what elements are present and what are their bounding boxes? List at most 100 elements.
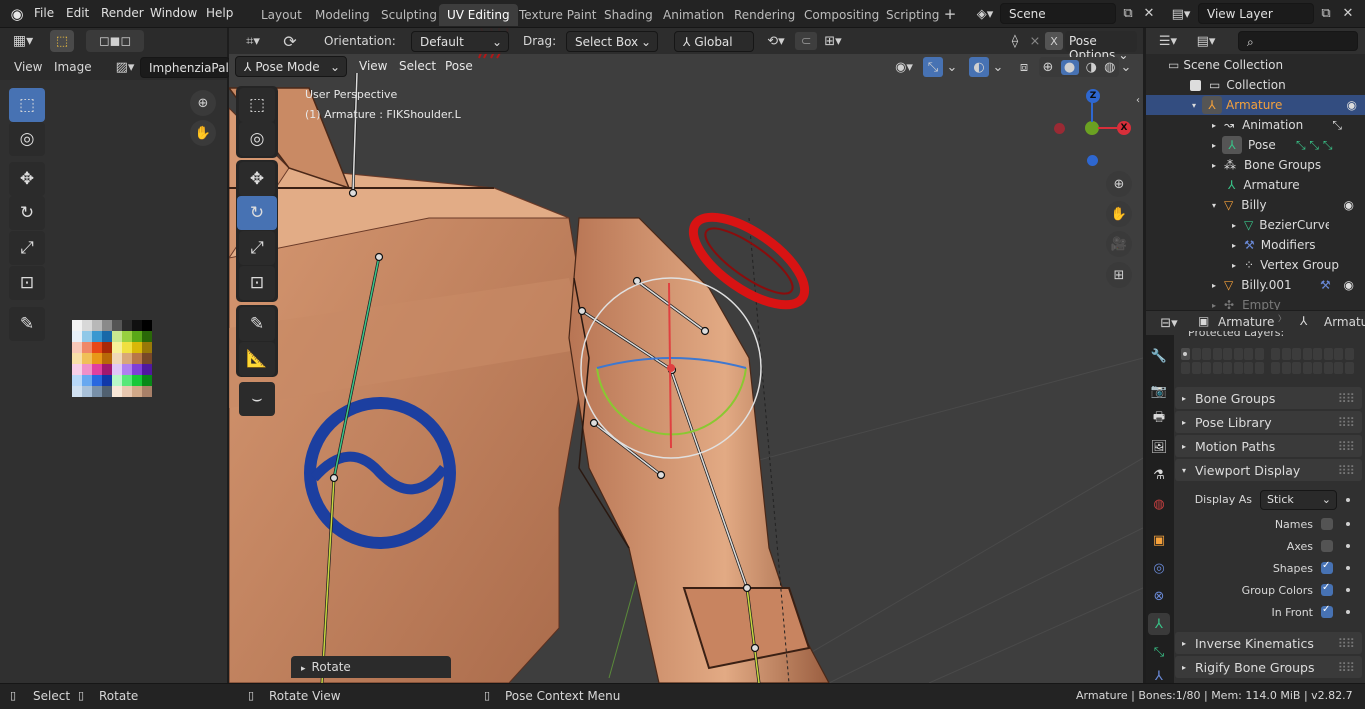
gizmo-z-axis[interactable]: Z <box>1086 89 1100 103</box>
rotate-tool[interactable]: ↻ <box>9 196 45 230</box>
outliner-type-icon[interactable]: ☰▾ <box>1154 32 1182 50</box>
menu-image[interactable]: Image <box>54 60 92 74</box>
new-view-layer-icon[interactable]: ⧉ <box>1318 5 1334 21</box>
scale-tool[interactable]: ⤢ <box>9 231 45 265</box>
scene-tab-icon[interactable]: ⚗ <box>1148 464 1170 486</box>
collection-checkbox[interactable] <box>1190 79 1201 91</box>
section-pose-library[interactable]: ▸ Pose Library ⠿⠿ <box>1175 411 1362 433</box>
vp-pan-hand-icon[interactable]: ✋ <box>1106 201 1132 227</box>
vp-annotate-tool[interactable]: ✎ <box>239 307 275 341</box>
material-shading-icon[interactable]: ◑ <box>1086 60 1097 75</box>
blender-logo-icon[interactable]: ◉ <box>8 5 26 23</box>
outliner-row-armature[interactable]: ▾ ⅄ Armature ◉ <box>1146 95 1365 115</box>
armature-data-tab-icon[interactable]: ⅄ <box>1148 613 1170 635</box>
outliner-row-billy[interactable]: ▾ ▽ Billy ◉ <box>1146 195 1362 215</box>
drag-handle-icon[interactable]: ⠿⠿ <box>1338 463 1355 478</box>
billy-visibility-eye-icon[interactable]: ◉ <box>1344 198 1354 212</box>
keyframe-dot[interactable] <box>1346 544 1350 548</box>
gizmo-y-axis[interactable] <box>1085 121 1099 135</box>
vp-cursor-tool[interactable]: ◎ <box>239 122 275 156</box>
group-colors-checkbox[interactable] <box>1321 582 1333 596</box>
layer-cell[interactable] <box>1313 348 1322 360</box>
select-box-tool[interactable]: ⬚ <box>9 88 45 122</box>
delete-view-layer-icon[interactable]: ✕ <box>1340 5 1356 21</box>
scene-icon[interactable]: ◈▾ <box>972 5 998 23</box>
layer-cell[interactable] <box>1181 348 1190 360</box>
outliner-row-armature-data[interactable]: ⅄ Armature <box>1146 175 1362 195</box>
annotate-tool[interactable]: ✎ <box>9 307 45 341</box>
pose-options-dropdown[interactable]: Pose Options ⌄ <box>1065 31 1137 62</box>
view-layer-icon[interactable]: ▤▾ <box>1168 5 1194 23</box>
outliner-row-pose[interactable]: ▸ ⅄ Pose ⤡ ⤡ ⤡ <box>1146 135 1362 155</box>
view-layer-tab-icon[interactable]: 🖼 <box>1148 436 1170 458</box>
tab-compositing[interactable]: Compositing <box>796 4 887 26</box>
overlays-dropdown-icon[interactable]: ⌄ <box>991 58 1005 76</box>
physics-tab-icon[interactable]: ◎ <box>1148 557 1170 579</box>
image-name-field[interactable]: ImphenziaPalett <box>140 57 230 78</box>
layer-cell[interactable] <box>1271 348 1280 360</box>
protected-layers-grid-a[interactable] <box>1181 348 1265 378</box>
camera-view-icon[interactable]: 🎥 <box>1106 231 1132 257</box>
layer-cell[interactable] <box>1244 348 1253 360</box>
vp-scale-tool[interactable]: ⤢ <box>239 231 275 265</box>
snap-target-icon[interactable]: ⊞▾ <box>819 32 847 50</box>
outliner-row-modifiers[interactable]: ▸ ⚒ Modifiers <box>1146 235 1362 255</box>
tool-tab-icon[interactable]: 🔧 <box>1148 345 1170 367</box>
layer-cell[interactable] <box>1233 348 1243 360</box>
solid-shading-icon[interactable]: ● <box>1060 59 1079 75</box>
x-axis-toggle[interactable]: X <box>1045 32 1063 50</box>
view-layer-field[interactable]: View Layer <box>1198 3 1314 24</box>
delete-scene-icon[interactable]: ✕ <box>1141 5 1157 21</box>
layer-cell[interactable] <box>1302 348 1312 360</box>
menu-view[interactable]: View <box>14 60 42 74</box>
zoom-icon[interactable]: ⊕ <box>190 90 216 116</box>
pan-hand-icon[interactable]: ✋ <box>190 120 216 146</box>
cursor-tool[interactable]: ◎ <box>9 122 45 156</box>
outliner-row-vertex-group[interactable]: ▸ ⁘ Vertex Group <box>1146 255 1362 275</box>
tab-shading[interactable]: Shading <box>596 4 661 26</box>
wireframe-shading-icon[interactable]: ⊕ <box>1043 60 1054 75</box>
layer-cell[interactable] <box>1254 362 1264 374</box>
gizmo-neg-x[interactable] <box>1054 123 1065 134</box>
drag-handle-icon[interactable]: ⠿⠿ <box>1338 415 1355 430</box>
visibility-icon[interactable]: ◉▾ <box>889 58 919 76</box>
tab-modeling[interactable]: Modeling <box>307 4 378 26</box>
transform-orientation-dropdown[interactable]: ⅄ Global <box>674 31 754 52</box>
bone-tab-icon[interactable]: ⤡ <box>1148 641 1170 663</box>
overlays-toggle-icon[interactable]: ◐ <box>969 57 989 77</box>
layer-cell[interactable] <box>1233 362 1243 374</box>
tab-animation[interactable]: Animation <box>655 4 732 26</box>
section-bone-groups[interactable]: ▸ Bone Groups ⠿⠿ <box>1175 387 1362 409</box>
outliner-search-input[interactable]: ⌕ <box>1238 31 1358 51</box>
layer-cell[interactable] <box>1223 362 1232 374</box>
active-tool-rotate-icon[interactable]: ⟳ <box>277 30 303 52</box>
display-as-dropdown[interactable]: Stick ⌄ <box>1260 490 1337 510</box>
keyframe-dot[interactable] <box>1346 610 1350 614</box>
output-tab-icon[interactable]: 🖶 <box>1148 408 1170 430</box>
mode-dropdown[interactable]: ⅄ Pose Mode ⌄ <box>235 56 347 77</box>
tab-texture-paint[interactable]: Texture Paint <box>511 4 604 26</box>
layer-cell[interactable] <box>1302 362 1312 374</box>
layer-cell[interactable] <box>1212 362 1222 374</box>
names-checkbox[interactable] <box>1321 518 1333 530</box>
constraints-tab-icon[interactable]: ⊗ <box>1148 585 1170 607</box>
tab-layout[interactable]: Layout <box>253 4 310 26</box>
layer-cell[interactable] <box>1202 348 1211 360</box>
layer-cell[interactable] <box>1281 362 1291 374</box>
protected-layers-grid-b[interactable] <box>1271 348 1355 378</box>
gizmo-x-axis[interactable]: X <box>1117 121 1131 135</box>
add-workspace-icon[interactable]: + <box>942 5 958 23</box>
outliner-row-billy001[interactable]: ▸ ▽ Billy.001 ⚒ ◉ <box>1146 275 1362 295</box>
keyframe-dot[interactable] <box>1346 588 1350 592</box>
display-mode-icon[interactable]: ▤▾ <box>1192 32 1220 50</box>
tab-rendering[interactable]: Rendering <box>726 4 803 26</box>
vp-zoom-icon[interactable]: ⊕ <box>1106 171 1132 197</box>
object-tab-icon[interactable]: ▣ <box>1148 529 1170 551</box>
section-rigify-bone-groups[interactable]: ▸ Rigify Bone Groups ⠿⠿ <box>1175 656 1362 678</box>
outliner-row-bone-groups[interactable]: ▸ ⁂ Bone Groups <box>1146 155 1362 175</box>
gizmo-dropdown-icon[interactable]: ⌄ <box>945 58 959 76</box>
shading-dropdown-icon[interactable]: ⌄ <box>1119 58 1133 76</box>
editor-type-icon[interactable]: ▦▾ <box>8 32 38 50</box>
vp-breakdowner-tool[interactable]: ⌣ <box>239 382 275 416</box>
layer-cell[interactable] <box>1202 362 1211 374</box>
